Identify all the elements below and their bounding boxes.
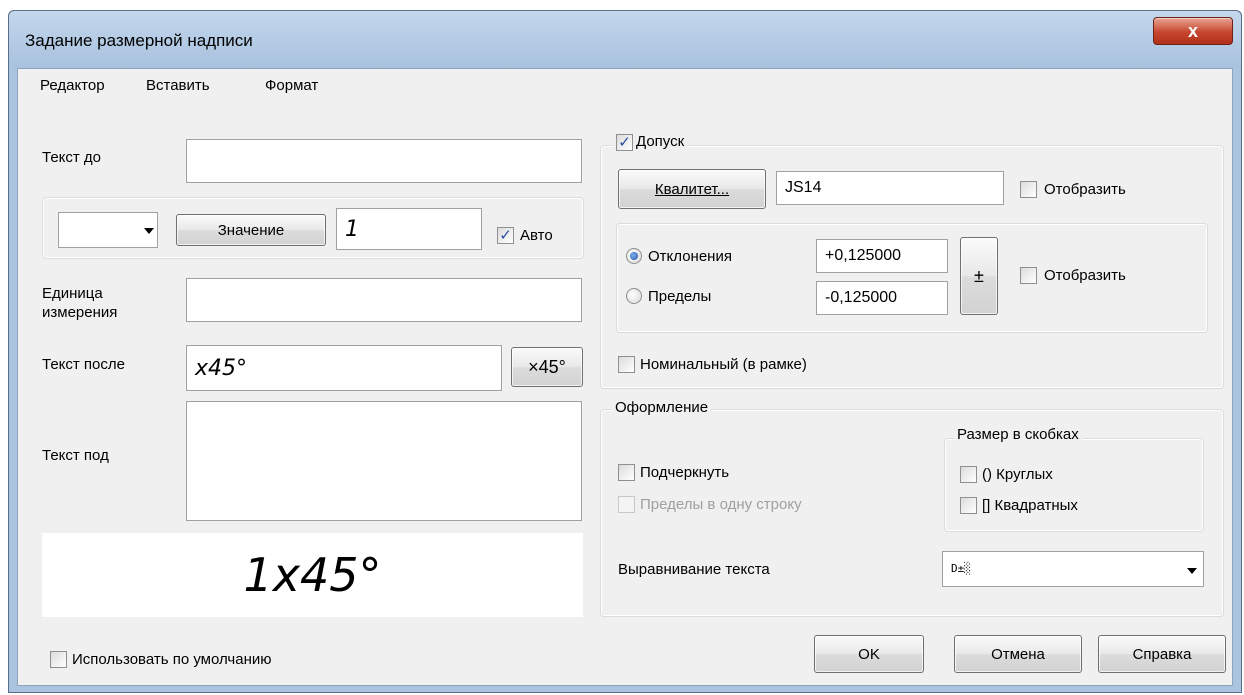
underline-label: Подчеркнуть [640, 464, 730, 481]
close-button[interactable]: x [1153, 17, 1233, 45]
deviations-label: Отклонения [648, 248, 732, 265]
nominal-label: Номинальный (в рамке) [640, 356, 807, 373]
text-before-input[interactable] [186, 139, 582, 183]
square-brackets-label: [] Квадратных [982, 497, 1078, 514]
menu-format[interactable]: Формат [265, 77, 318, 94]
text-under-label: Текст под [42, 447, 109, 464]
value-button-label: Значение [217, 221, 285, 239]
show-qualitet-checkbox[interactable] [1020, 181, 1037, 198]
value-input[interactable]: 1 [336, 208, 482, 250]
underline-checkbox[interactable] [618, 464, 635, 481]
ok-button[interactable]: OK [814, 635, 924, 673]
plusminus-icon: ± [974, 265, 984, 286]
x45-button[interactable]: ×45° [511, 347, 583, 387]
preview-text: 1x45° [243, 548, 382, 602]
tolerance-checkbox[interactable]: ✓ [616, 134, 633, 151]
limits-label: Пределы [648, 288, 712, 305]
plusminus-button[interactable]: ± [960, 237, 998, 315]
tolerance-label: Допуск [636, 133, 685, 150]
window-title: Задание размерной надписи [25, 31, 253, 50]
qualitet-input[interactable]: JS14 [776, 171, 1004, 205]
limits-radio[interactable] [626, 288, 642, 304]
cancel-button[interactable]: Отмена [954, 635, 1082, 673]
deviations-radio[interactable] [626, 248, 642, 264]
align-text-label: Выравнивание текста [618, 561, 770, 578]
auto-checkbox[interactable]: ✓ [497, 227, 514, 244]
chevron-down-icon [144, 228, 154, 234]
round-brackets-label: () Круглых [982, 466, 1053, 483]
nominal-checkbox[interactable] [618, 356, 635, 373]
qualitet-button-label: Квалитет... [654, 180, 730, 198]
ok-button-label: OK [858, 645, 880, 663]
brackets-group [944, 438, 1204, 532]
close-icon: x [1187, 20, 1198, 41]
auto-label: Авто [520, 227, 553, 244]
lower-deviation-input[interactable]: -0,125000 [816, 281, 948, 315]
unit-label-line1: Единица [42, 285, 103, 302]
upper-deviation-input[interactable]: +0,125000 [816, 239, 948, 273]
round-brackets-checkbox[interactable] [960, 466, 977, 483]
text-under-textarea[interactable] [186, 401, 582, 521]
help-button[interactable]: Справка [1098, 635, 1226, 673]
text-after-label: Текст после [42, 356, 125, 373]
align-text-value: D±░ [951, 562, 971, 575]
value-button[interactable]: Значение [176, 214, 326, 246]
title-bar[interactable]: Задание размерной надписи x [9, 11, 1241, 69]
dialog-client-area: Редактор Вставить Формат Текст до Значен… [17, 68, 1233, 686]
brackets-legend: Размер в скобках [954, 426, 1082, 443]
symbol-select[interactable] [58, 212, 158, 248]
use-default-checkbox[interactable] [50, 651, 67, 668]
chevron-down-icon [1187, 568, 1197, 574]
limits-one-line-checkbox[interactable] [618, 496, 635, 513]
design-legend: Оформление [612, 399, 712, 416]
unit-label-line2: измерения [42, 304, 118, 321]
x45-button-label: ×45° [528, 356, 566, 377]
menu-insert[interactable]: Вставить [146, 77, 210, 94]
qualitet-button[interactable]: Квалитет... [618, 169, 766, 209]
dialog-window: Задание размерной надписи x Редактор Вст… [8, 10, 1242, 693]
unit-input[interactable] [186, 278, 582, 322]
square-brackets-checkbox[interactable] [960, 497, 977, 514]
show-deviations-label: Отобразить [1044, 267, 1126, 284]
show-qualitet-label: Отобразить [1044, 181, 1126, 198]
help-button-label: Справка [1132, 645, 1192, 663]
use-default-label: Использовать по умолчанию [72, 651, 272, 668]
text-after-input[interactable]: x45° [186, 345, 502, 391]
preview-panel: 1x45° [42, 533, 583, 617]
cancel-button-label: Отмена [991, 645, 1045, 663]
limits-one-line-label: Пределы в одну строку [640, 496, 802, 513]
menu-editor[interactable]: Редактор [40, 77, 105, 94]
align-text-select[interactable]: D±░ [942, 551, 1204, 587]
show-deviations-checkbox[interactable] [1020, 267, 1037, 284]
text-before-label: Текст до [42, 149, 102, 166]
